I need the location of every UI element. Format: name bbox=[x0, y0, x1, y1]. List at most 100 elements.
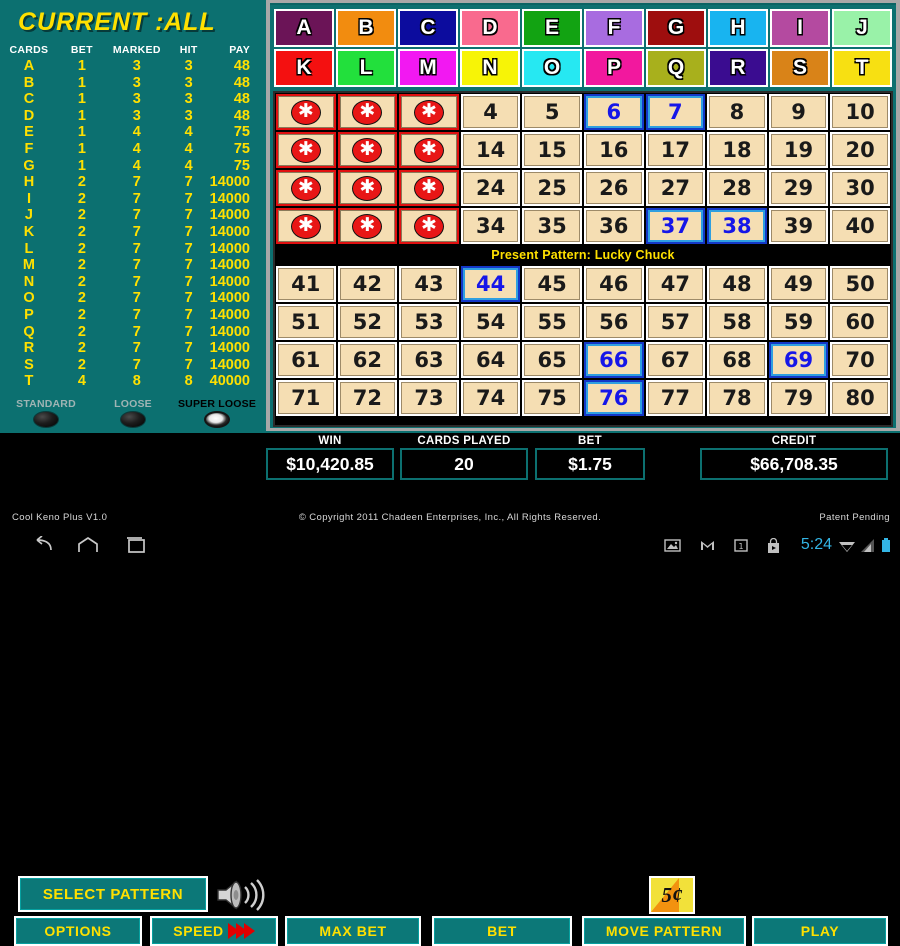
keno-cell-74[interactable]: 74 bbox=[460, 380, 521, 416]
keno-cell-62[interactable]: 62 bbox=[337, 342, 398, 378]
select-pattern-button[interactable]: SELECT PATTERN bbox=[18, 876, 208, 912]
keno-cell-65[interactable]: 65 bbox=[522, 342, 582, 378]
keno-cell-66[interactable]: 66 bbox=[583, 342, 644, 378]
keno-cell-11[interactable] bbox=[276, 132, 336, 168]
keno-cell-41[interactable]: 41 bbox=[276, 266, 336, 302]
keno-cell-53[interactable]: 53 bbox=[399, 304, 459, 340]
back-icon[interactable] bbox=[32, 535, 54, 559]
keno-cell-30[interactable]: 30 bbox=[830, 170, 890, 206]
keno-cell-2[interactable] bbox=[337, 94, 398, 130]
card-tile-p[interactable]: P bbox=[584, 49, 644, 87]
keno-cell-7[interactable]: 7 bbox=[645, 94, 706, 130]
keno-cell-61[interactable]: 61 bbox=[276, 342, 336, 378]
keno-cell-29[interactable]: 29 bbox=[768, 170, 829, 206]
card-tile-o[interactable]: O bbox=[522, 49, 582, 87]
keno-cell-78[interactable]: 78 bbox=[707, 380, 767, 416]
keno-cell-35[interactable]: 35 bbox=[522, 208, 582, 244]
card-tile-k[interactable]: K bbox=[274, 49, 334, 87]
move-pattern-button[interactable]: MOVE PATTERN bbox=[582, 916, 746, 946]
keno-cell-71[interactable]: 71 bbox=[276, 380, 336, 416]
keno-cell-6[interactable]: 6 bbox=[583, 94, 644, 130]
keno-cell-52[interactable]: 52 bbox=[337, 304, 398, 340]
keno-cell-56[interactable]: 56 bbox=[583, 304, 644, 340]
keno-cell-25[interactable]: 25 bbox=[522, 170, 582, 206]
play-button[interactable]: PLAY bbox=[752, 916, 888, 946]
keno-cell-72[interactable]: 72 bbox=[337, 380, 398, 416]
keno-cell-64[interactable]: 64 bbox=[460, 342, 521, 378]
keno-cell-9[interactable]: 9 bbox=[768, 94, 829, 130]
keno-cell-63[interactable]: 63 bbox=[399, 342, 459, 378]
keno-cell-77[interactable]: 77 bbox=[645, 380, 706, 416]
keno-cell-69[interactable]: 69 bbox=[768, 342, 829, 378]
keno-cell-34[interactable]: 34 bbox=[460, 208, 521, 244]
card-tile-g[interactable]: G bbox=[646, 9, 706, 47]
options-button[interactable]: OPTIONS bbox=[14, 916, 142, 946]
denomination-button[interactable]: 5¢ bbox=[649, 876, 695, 914]
keno-cell-27[interactable]: 27 bbox=[645, 170, 706, 206]
keno-cell-15[interactable]: 15 bbox=[522, 132, 582, 168]
card-tile-l[interactable]: L bbox=[336, 49, 396, 87]
keno-cell-13[interactable] bbox=[399, 132, 459, 168]
keno-cell-48[interactable]: 48 bbox=[707, 266, 767, 302]
keno-cell-31[interactable] bbox=[276, 208, 336, 244]
keno-cell-39[interactable]: 39 bbox=[768, 208, 829, 244]
keno-cell-47[interactable]: 47 bbox=[645, 266, 706, 302]
keno-cell-70[interactable]: 70 bbox=[830, 342, 890, 378]
keno-cell-19[interactable]: 19 bbox=[768, 132, 829, 168]
max-bet-button[interactable]: MAX BET bbox=[285, 916, 421, 946]
card-tile-e[interactable]: E bbox=[522, 9, 582, 47]
card-tile-n[interactable]: N bbox=[460, 49, 520, 87]
bet-button[interactable]: BET bbox=[432, 916, 572, 946]
keno-cell-5[interactable]: 5 bbox=[522, 94, 582, 130]
keno-cell-10[interactable]: 10 bbox=[830, 94, 890, 130]
keno-cell-55[interactable]: 55 bbox=[522, 304, 582, 340]
card-tile-h[interactable]: H bbox=[708, 9, 768, 47]
keno-cell-20[interactable]: 20 bbox=[830, 132, 890, 168]
keno-cell-28[interactable]: 28 bbox=[707, 170, 767, 206]
keno-cell-75[interactable]: 75 bbox=[522, 380, 582, 416]
keno-cell-50[interactable]: 50 bbox=[830, 266, 890, 302]
keno-cell-16[interactable]: 16 bbox=[583, 132, 644, 168]
speed-button[interactable]: SPEED bbox=[150, 916, 278, 946]
card-tile-c[interactable]: C bbox=[398, 9, 458, 47]
keno-cell-76[interactable]: 76 bbox=[583, 380, 644, 416]
keno-cell-40[interactable]: 40 bbox=[830, 208, 890, 244]
payout-mode-standard[interactable]: STANDARD bbox=[4, 398, 88, 428]
payout-mode-loose[interactable]: LOOSE bbox=[98, 398, 168, 428]
keno-cell-49[interactable]: 49 bbox=[768, 266, 829, 302]
keno-cell-46[interactable]: 46 bbox=[583, 266, 644, 302]
keno-cell-12[interactable] bbox=[337, 132, 398, 168]
keno-cell-1[interactable] bbox=[276, 94, 336, 130]
home-icon[interactable] bbox=[76, 536, 100, 559]
card-tile-q[interactable]: Q bbox=[646, 49, 706, 87]
sound-icon[interactable] bbox=[212, 877, 268, 913]
card-tile-t[interactable]: T bbox=[832, 49, 892, 87]
card-tile-b[interactable]: B bbox=[336, 9, 396, 47]
payout-mode-super-loose[interactable]: SUPER LOOSE bbox=[168, 398, 266, 428]
keno-cell-38[interactable]: 38 bbox=[707, 208, 767, 244]
card-tile-f[interactable]: F bbox=[584, 9, 644, 47]
keno-cell-8[interactable]: 8 bbox=[707, 94, 767, 130]
card-tile-m[interactable]: M bbox=[398, 49, 458, 87]
keno-cell-3[interactable] bbox=[399, 94, 459, 130]
keno-cell-14[interactable]: 14 bbox=[460, 132, 521, 168]
keno-cell-67[interactable]: 67 bbox=[645, 342, 706, 378]
card-tile-i[interactable]: I bbox=[770, 9, 830, 47]
keno-cell-73[interactable]: 73 bbox=[399, 380, 459, 416]
keno-cell-44[interactable]: 44 bbox=[460, 266, 521, 302]
keno-cell-58[interactable]: 58 bbox=[707, 304, 767, 340]
card-tile-s[interactable]: S bbox=[770, 49, 830, 87]
keno-cell-21[interactable] bbox=[276, 170, 336, 206]
keno-cell-42[interactable]: 42 bbox=[337, 266, 398, 302]
keno-cell-4[interactable]: 4 bbox=[460, 94, 521, 130]
keno-cell-37[interactable]: 37 bbox=[645, 208, 706, 244]
keno-cell-79[interactable]: 79 bbox=[768, 380, 829, 416]
keno-cell-23[interactable] bbox=[399, 170, 459, 206]
keno-cell-68[interactable]: 68 bbox=[707, 342, 767, 378]
keno-cell-22[interactable] bbox=[337, 170, 398, 206]
card-tile-a[interactable]: A bbox=[274, 9, 334, 47]
keno-cell-54[interactable]: 54 bbox=[460, 304, 521, 340]
keno-cell-36[interactable]: 36 bbox=[583, 208, 644, 244]
keno-cell-57[interactable]: 57 bbox=[645, 304, 706, 340]
keno-cell-43[interactable]: 43 bbox=[399, 266, 459, 302]
